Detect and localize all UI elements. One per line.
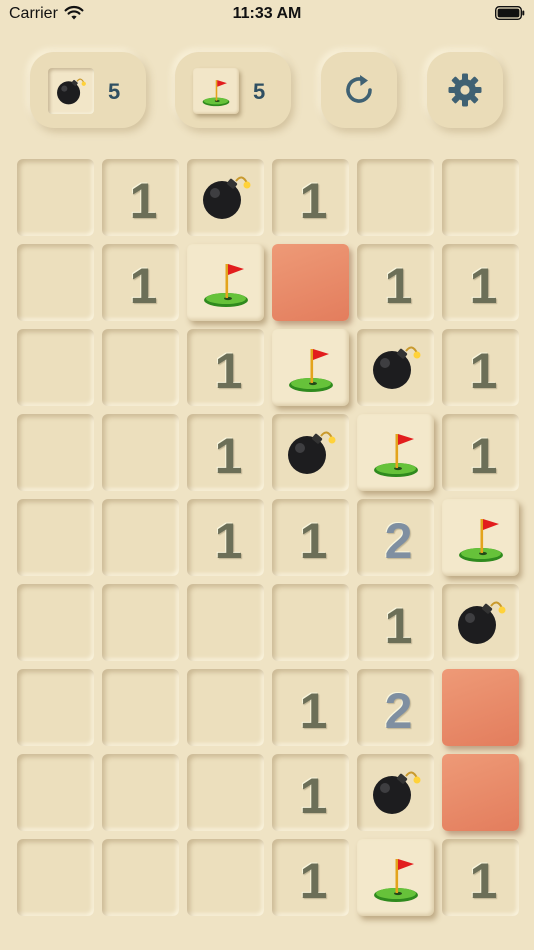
flag-icon	[374, 434, 418, 477]
board-cell-r1-c5[interactable]	[357, 159, 434, 236]
flag-icon	[204, 264, 248, 307]
bomb-icon	[203, 176, 251, 219]
cell-number: 1	[129, 172, 158, 229]
board-cell-r3-c5[interactable]	[357, 329, 434, 406]
board-cell-r5-c5[interactable]: 2	[357, 499, 434, 576]
bomb-icon	[288, 431, 336, 474]
cell-number: 1	[299, 852, 328, 909]
board-cell-r6-c6[interactable]	[442, 584, 519, 661]
board-cell-r3-c6[interactable]: 1	[442, 329, 519, 406]
board-cell-r1-c1[interactable]	[17, 159, 94, 236]
board-cell-r5-c2[interactable]	[102, 499, 179, 576]
cell-number: 1	[299, 512, 328, 569]
board-cell-r8-c1[interactable]	[17, 754, 94, 831]
board-cell-r1-c6[interactable]	[442, 159, 519, 236]
board-cell-r5-c4[interactable]: 1	[272, 499, 349, 576]
board-cell-r8-c4[interactable]: 1	[272, 754, 349, 831]
status-time: 11:33 AM	[232, 5, 302, 22]
board-cell-r3-c1[interactable]	[17, 329, 94, 406]
board-cell-r7-c2[interactable]	[102, 669, 179, 746]
bomb-counter: 5	[30, 52, 146, 128]
flag-counter-tile	[193, 68, 239, 114]
board-cell-r4-c3[interactable]: 1	[187, 414, 264, 491]
bomb-icon	[458, 601, 506, 644]
cell-number: 1	[214, 342, 243, 399]
board-cell-r4-c1[interactable]	[17, 414, 94, 491]
board-cell-r2-c5[interactable]: 1	[357, 244, 434, 321]
board-cell-r4-c2[interactable]	[102, 414, 179, 491]
board-cell-r6-c1[interactable]	[17, 584, 94, 661]
cell-number: 1	[469, 427, 498, 484]
settings-button[interactable]	[427, 52, 503, 128]
bomb-icon	[373, 346, 421, 389]
bomb-icon	[373, 771, 421, 814]
status-bar: Carrier 11:33 AM	[0, 0, 534, 30]
board-cell-r3-c2[interactable]	[102, 329, 179, 406]
cell-number: 2	[384, 512, 413, 569]
cell-number: 1	[384, 597, 413, 654]
board-cell-r5-c6[interactable]	[442, 499, 519, 576]
cell-number: 2	[384, 682, 413, 739]
board-cell-r6-c4[interactable]	[272, 584, 349, 661]
board-cell-r2-c6[interactable]: 1	[442, 244, 519, 321]
cell-number: 1	[384, 257, 413, 314]
flag-icon	[459, 519, 503, 562]
flag-icon	[374, 859, 418, 902]
board-cell-r9-c1[interactable]	[17, 839, 94, 916]
board-cell-r2-c1[interactable]	[17, 244, 94, 321]
flag-counter: 5	[175, 52, 291, 128]
board-cell-r8-c6[interactable]	[442, 754, 519, 831]
board-cell-r8-c3[interactable]	[187, 754, 264, 831]
gear-icon	[448, 73, 482, 107]
bomb-counter-tile	[48, 68, 94, 114]
game-board: 111111111112112111	[17, 159, 519, 916]
board-cell-r7-c6[interactable]	[442, 669, 519, 746]
board-cell-r2-c3[interactable]	[187, 244, 264, 321]
board-cell-r5-c3[interactable]: 1	[187, 499, 264, 576]
restart-button[interactable]	[321, 52, 397, 128]
board-cell-r4-c6[interactable]: 1	[442, 414, 519, 491]
board-cell-r1-c3[interactable]	[187, 159, 264, 236]
bomb-count: 5	[108, 79, 121, 104]
board-cell-r9-c2[interactable]	[102, 839, 179, 916]
cell-number: 1	[299, 682, 328, 739]
board-cell-r6-c3[interactable]	[187, 584, 264, 661]
board-cell-r6-c2[interactable]	[102, 584, 179, 661]
board-cell-r7-c5[interactable]: 2	[357, 669, 434, 746]
board-cell-r4-c4[interactable]	[272, 414, 349, 491]
cell-number: 1	[129, 257, 158, 314]
board-cell-r4-c5[interactable]	[357, 414, 434, 491]
cell-number: 1	[469, 852, 498, 909]
board-cell-r1-c4[interactable]: 1	[272, 159, 349, 236]
board-cell-r3-c4[interactable]	[272, 329, 349, 406]
board-cell-r2-c4[interactable]	[272, 244, 349, 321]
cell-number: 1	[469, 342, 498, 399]
board-cell-r1-c2[interactable]: 1	[102, 159, 179, 236]
cell-number: 1	[214, 512, 243, 569]
board-cell-r5-c1[interactable]	[17, 499, 94, 576]
bomb-icon	[57, 78, 86, 105]
board-cell-r9-c5[interactable]	[357, 839, 434, 916]
board-cell-r7-c4[interactable]: 1	[272, 669, 349, 746]
cell-number: 1	[299, 767, 328, 824]
flag-icon	[202, 80, 230, 107]
flag-count: 5	[253, 79, 266, 104]
board-cell-r9-c4[interactable]: 1	[272, 839, 349, 916]
toolbar: 5 5	[0, 50, 534, 130]
board-cell-r9-c3[interactable]	[187, 839, 264, 916]
board-cell-r2-c2[interactable]: 1	[102, 244, 179, 321]
board-cell-r8-c5[interactable]	[357, 754, 434, 831]
flag-icon	[289, 349, 333, 392]
board-cell-r6-c5[interactable]: 1	[357, 584, 434, 661]
restart-icon	[346, 75, 372, 103]
cell-number: 1	[469, 257, 498, 314]
board-cell-r7-c1[interactable]	[17, 669, 94, 746]
board-cell-r8-c2[interactable]	[102, 754, 179, 831]
cell-number: 1	[214, 427, 243, 484]
board-cell-r9-c6[interactable]: 1	[442, 839, 519, 916]
cell-number: 1	[299, 172, 328, 229]
board-cell-r7-c3[interactable]	[187, 669, 264, 746]
board-cell-r3-c3[interactable]: 1	[187, 329, 264, 406]
battery-icon	[495, 6, 525, 20]
